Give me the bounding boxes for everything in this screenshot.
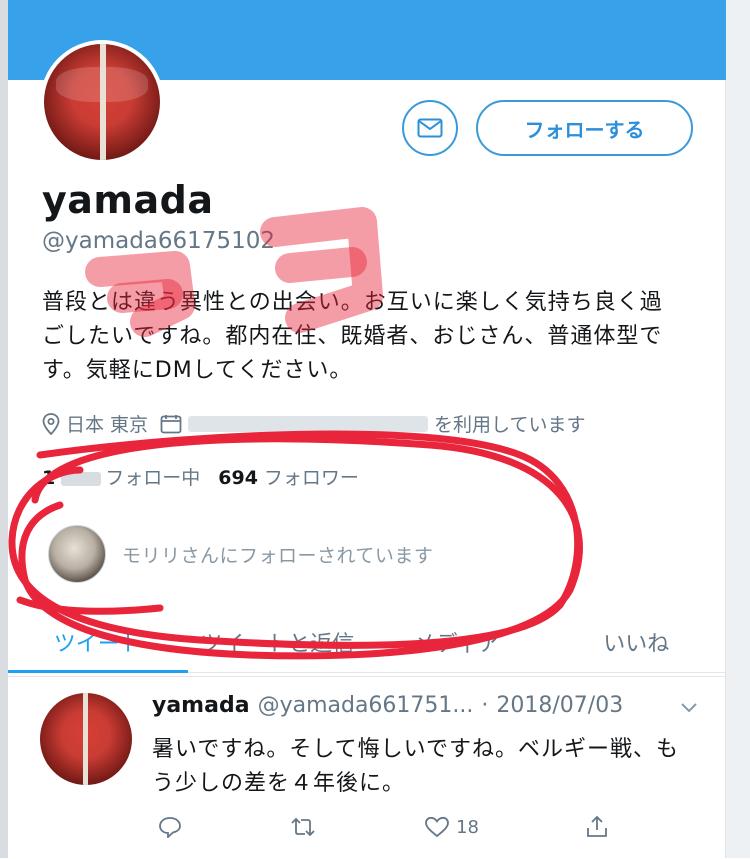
followed-by-text: モリリさんにフォローされています bbox=[122, 544, 434, 567]
profile-stats: 1 フォロー中 694 フォロワー bbox=[42, 463, 359, 490]
window-frame-right bbox=[725, 0, 750, 858]
tweet-date[interactable]: 2018/07/03 bbox=[496, 693, 623, 718]
tweet-actions: 18 bbox=[158, 815, 608, 839]
profile-tabs: ツイート ツイートと返信 メディア いいね bbox=[8, 612, 726, 673]
mail-icon bbox=[417, 118, 443, 138]
joined-date-obscured bbox=[188, 415, 429, 432]
profile-meta: 日本 東京 を利用しています bbox=[42, 410, 585, 437]
profile-bio: 普段とは違う異性との出会い。お互いに楽しく気持ち良く過ごしたいですね。都内在住、… bbox=[42, 290, 663, 383]
like-button[interactable]: 18 bbox=[424, 816, 479, 838]
followed-by-row: モリリさんにフォローされています bbox=[48, 525, 433, 583]
avatar-image bbox=[44, 44, 160, 160]
tab-tweets[interactable]: ツイート bbox=[8, 612, 188, 673]
joined-text: を利用しています bbox=[434, 414, 586, 436]
tweet-menu-button[interactable] bbox=[680, 699, 698, 718]
tweet-avatar[interactable] bbox=[40, 693, 132, 785]
tweet-separator: · bbox=[481, 693, 489, 718]
followers-stat[interactable]: 694 フォロワー bbox=[218, 463, 359, 490]
like-count: 18 bbox=[456, 816, 479, 838]
tab-likes[interactable]: いいね bbox=[547, 612, 727, 672]
follower-avatar bbox=[48, 525, 106, 583]
profile-handle: @yamada66175102 bbox=[42, 228, 275, 254]
location-text: 日本 東京 bbox=[66, 414, 149, 436]
tweet-header: yamada @yamada661751... · 2018/07/03 bbox=[152, 693, 623, 718]
window-frame-left bbox=[0, 0, 8, 858]
retweet-icon bbox=[291, 817, 315, 837]
chevron-down-icon bbox=[681, 703, 697, 713]
follow-button[interactable]: フォローする bbox=[476, 100, 693, 156]
reply-button[interactable] bbox=[158, 816, 182, 838]
tab-tweets-replies[interactable]: ツイートと返信 bbox=[188, 612, 368, 672]
tab-media[interactable]: メディア bbox=[367, 612, 547, 672]
profile-location: 日本 東京 bbox=[42, 410, 148, 437]
calendar-icon bbox=[160, 414, 182, 433]
location-icon bbox=[42, 412, 60, 435]
profile-name: yamada bbox=[42, 178, 214, 222]
like-icon bbox=[425, 816, 449, 838]
tweet-item[interactable]: yamada @yamada661751... · 2018/07/03 暑いで… bbox=[8, 676, 726, 859]
following-stat[interactable]: 1 フォロー中 bbox=[42, 463, 200, 490]
message-button[interactable] bbox=[402, 100, 458, 156]
share-button[interactable] bbox=[586, 815, 608, 839]
share-icon bbox=[587, 815, 607, 837]
retweet-button[interactable] bbox=[289, 817, 317, 837]
profile-joined: を利用しています bbox=[160, 410, 585, 437]
tweet-author-name[interactable]: yamada bbox=[152, 693, 250, 718]
reply-icon bbox=[159, 817, 181, 838]
profile-avatar[interactable] bbox=[40, 40, 164, 164]
tweet-text: 暑いですね。そして悔しいですね。ベルギー戦、もう少しの差を４年後に。 bbox=[152, 737, 680, 796]
tweet-author-handle: @yamada661751... bbox=[257, 693, 474, 718]
